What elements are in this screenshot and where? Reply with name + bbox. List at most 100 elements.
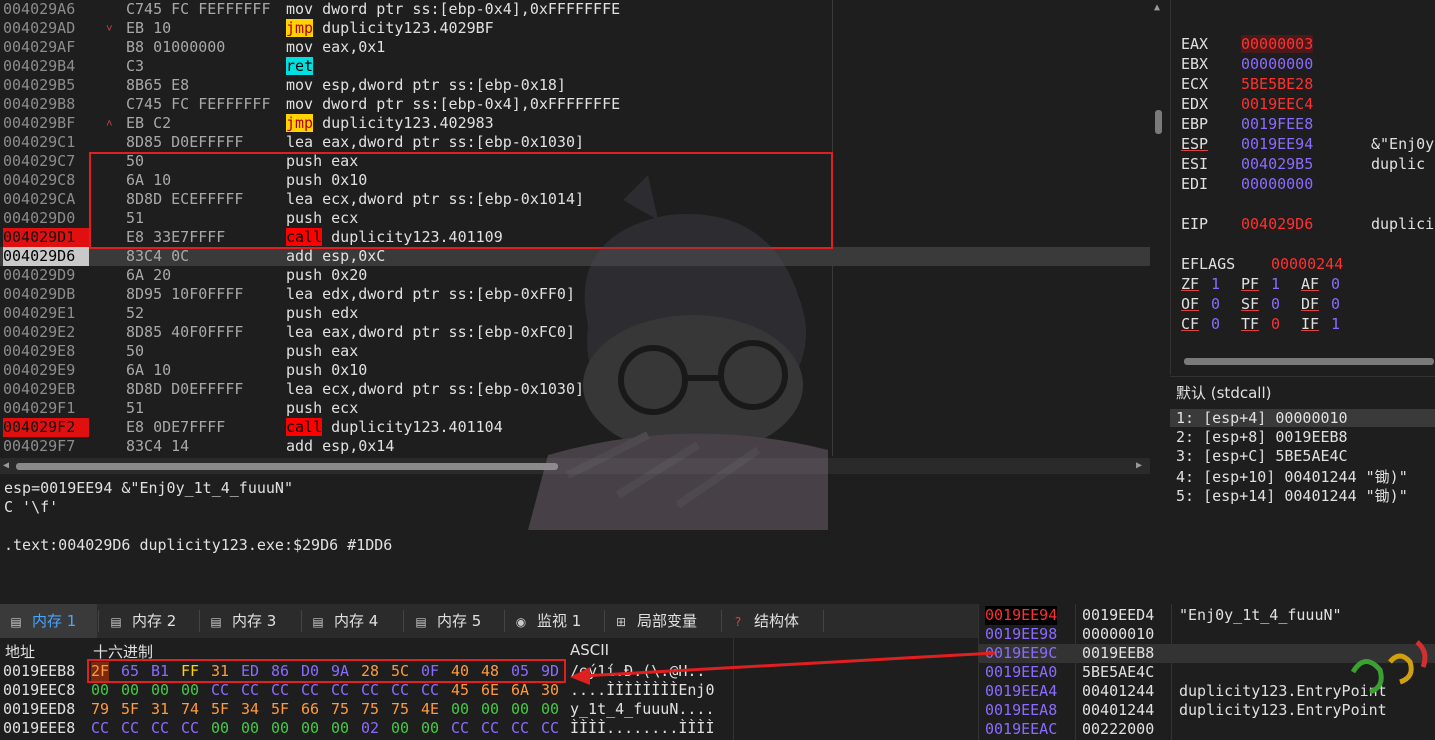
dump-byte[interactable]: CC (181, 719, 199, 738)
register-value[interactable]: 00000003 (1241, 35, 1314, 53)
instruction-address[interactable]: 004029D6 (3, 247, 89, 266)
disasm-row[interactable]: 004029B4 C3 ret (0, 57, 1150, 76)
tab-内存 2[interactable]: ▤ 内存 2 (100, 604, 198, 638)
dump-row[interactable]: 0019EEE8 CC CC CC CC 00 00 00 00 00 02 00 00 CC CC CC CC… (0, 719, 735, 738)
register-value[interactable]: 004029D6 (1241, 215, 1313, 233)
dump-byte[interactable]: 00 (331, 719, 349, 738)
bottom-tab-bar[interactable]: ▤ 内存 1 ▤ 内存 2 ▤ 内存 3 ▤ 内存 4 ▤ 内存 5 ◉ 监视 1 ⊞ 局部变量? 结构体 (0, 604, 978, 638)
tab-内存 4[interactable]: ▤ 内存 4 (302, 604, 402, 638)
instruction-address[interactable]: 004029E8 (3, 342, 89, 361)
call-argument[interactable]: 4: [esp+10] 00401244 "锄)" (1176, 466, 1408, 487)
dump-byte[interactable]: 00 (151, 681, 169, 700)
stack-row[interactable]: 0019EE94 0019EED4 "Enj0y_1t_4_fuuuN" (979, 606, 1435, 625)
instruction-text[interactable]: add esp,0x14 (286, 437, 394, 456)
tab-内存 5[interactable]: ▤ 内存 5 (405, 604, 503, 638)
dump-byte[interactable]: 4E (421, 700, 439, 719)
instruction-text[interactable]: jmp duplicity123.402983 (286, 114, 494, 133)
stack-row[interactable]: 0019EEAC 00222000 (979, 720, 1435, 739)
dump-address[interactable]: 0019EED8 (3, 700, 75, 719)
register-value[interactable]: 0019EEC4 (1241, 95, 1313, 113)
dump-byte[interactable]: CC (391, 681, 409, 700)
instruction-address[interactable]: 004029B4 (3, 57, 89, 76)
dump-byte[interactable]: 00 (481, 700, 499, 719)
dump-byte[interactable]: 00 (181, 681, 199, 700)
dump-byte[interactable]: 6A (511, 681, 529, 700)
disassembly-vertical-scrollbar[interactable]: ▲ (1150, 0, 1166, 456)
register-value[interactable]: 00000244 (1271, 255, 1343, 273)
disasm-row[interactable]: 004029AD ˅ EB 10 jmp duplicity123.4029BF (0, 19, 1150, 38)
register-value[interactable]: 0019EE94 (1241, 135, 1313, 153)
flag-value[interactable]: 1 (1331, 315, 1340, 333)
dump-byte[interactable]: 30 (541, 681, 559, 700)
dump-byte[interactable]: 31 (151, 700, 169, 719)
dump-byte[interactable]: 00 (271, 719, 289, 738)
disasm-row[interactable]: 004029B8 C745 FC FEFFFFFF mov dword ptr ss… (0, 95, 1150, 114)
instruction-text[interactable]: lea eax,dword ptr ss:[ebp-0x1030] (286, 133, 584, 152)
dump-byte[interactable]: CC (91, 719, 109, 738)
instruction-address[interactable]: 004029E2 (3, 323, 89, 342)
stack-value[interactable]: 00401244 (1082, 682, 1154, 701)
instruction-text[interactable]: mov dword ptr ss:[ebp-0x4],0xFFFFFFFE (286, 0, 620, 19)
dump-byte[interactable]: 74 (181, 700, 199, 719)
dump-byte[interactable]: 00 (211, 719, 229, 738)
flag-value[interactable]: 1 (1271, 275, 1280, 293)
dump-byte[interactable]: 00 (421, 719, 439, 738)
instruction-address[interactable]: 004029C7 (3, 152, 89, 171)
dump-byte[interactable]: 00 (241, 719, 259, 738)
instruction-address[interactable]: 004029AF (3, 38, 89, 57)
scroll-thumb[interactable] (1155, 110, 1162, 134)
scroll-thumb[interactable] (1184, 358, 1434, 365)
dump-byte[interactable]: 00 (511, 700, 529, 719)
register-value[interactable]: 00000000 (1241, 55, 1313, 73)
instruction-address[interactable]: 004029D1 (3, 228, 89, 247)
register-value[interactable]: 00000000 (1241, 175, 1313, 193)
scroll-thumb[interactable] (16, 463, 558, 470)
dump-byte[interactable]: 5F (271, 700, 289, 719)
dump-byte[interactable]: 34 (241, 700, 259, 719)
dump-byte[interactable]: CC (241, 681, 259, 700)
dump-address[interactable]: 0019EEC8 (3, 681, 75, 700)
flag-value[interactable]: 0 (1331, 275, 1340, 293)
tab-内存 1[interactable]: ▤ 内存 1 (0, 604, 97, 638)
dump-byte[interactable]: 6E (481, 681, 499, 700)
instruction-text[interactable]: add esp,0xC (286, 247, 385, 266)
register-value[interactable]: 0019FEE8 (1241, 115, 1313, 133)
tab-监视 1[interactable]: ◉ 监视 1 (505, 604, 603, 638)
stack-row[interactable]: 0019EEA8 00401244 duplicity123.EntryPoint (979, 701, 1435, 720)
dump-byte[interactable]: 75 (331, 700, 349, 719)
dump-byte[interactable]: 00 (301, 719, 319, 738)
stack-value[interactable]: 0019EED4 (1082, 606, 1154, 625)
dump-address[interactable]: 0019EEB8 (3, 662, 75, 681)
dump-byte[interactable]: CC (211, 681, 229, 700)
dump-byte[interactable]: CC (121, 719, 139, 738)
stack-value[interactable]: 00000010 (1082, 625, 1154, 644)
instruction-address[interactable]: 004029D0 (3, 209, 89, 228)
dump-byte[interactable]: CC (301, 681, 319, 700)
instruction-text[interactable]: jmp duplicity123.4029BF (286, 19, 494, 38)
calling-convention-label[interactable]: 默认 (stdcall) (1176, 382, 1271, 403)
stack-value[interactable]: 00222000 (1082, 720, 1154, 739)
disasm-row[interactable]: 004029B5 8B65 E8 mov esp,dword ptr ss:[ebp… (0, 76, 1150, 95)
instruction-text[interactable]: mov esp,dword ptr ss:[ebp-0x18] (286, 76, 566, 95)
instruction-address[interactable]: 004029E1 (3, 304, 89, 323)
instruction-address[interactable]: 004029F2 (3, 418, 89, 437)
dump-byte[interactable]: CC (271, 681, 289, 700)
dump-byte[interactable]: CC (151, 719, 169, 738)
instruction-text[interactable]: push 0x10 (286, 361, 367, 380)
instruction-address[interactable]: 004029F7 (3, 437, 89, 456)
register-value[interactable]: 004029B5 (1241, 155, 1313, 173)
dump-byte[interactable]: 75 (361, 700, 379, 719)
stack-value[interactable]: 5BE5AE4C (1082, 663, 1154, 682)
instruction-text[interactable]: push 0x20 (286, 266, 367, 285)
instruction-address[interactable]: 004029EB (3, 380, 89, 399)
dump-byte[interactable]: CC (511, 719, 529, 738)
dump-byte[interactable]: CC (331, 681, 349, 700)
instruction-address[interactable]: 004029A6 (3, 0, 89, 19)
instruction-address[interactable]: 004029B8 (3, 95, 89, 114)
dump-row[interactable]: 0019EED8 79 5F 31 74 5F 34 5F 66 75 75 75 4E 00 00 00 00… (0, 700, 735, 719)
tab-局部变量[interactable]: ⊞ 局部变量 (605, 604, 720, 638)
flag-value[interactable]: 0 (1271, 295, 1280, 313)
tab-内存 3[interactable]: ▤ 内存 3 (200, 604, 300, 638)
call-argument[interactable]: 1: [esp+4] 00000010 (1170, 409, 1435, 427)
dump-ascii[interactable]: y_1t_4_fuuuN.... (570, 700, 730, 719)
